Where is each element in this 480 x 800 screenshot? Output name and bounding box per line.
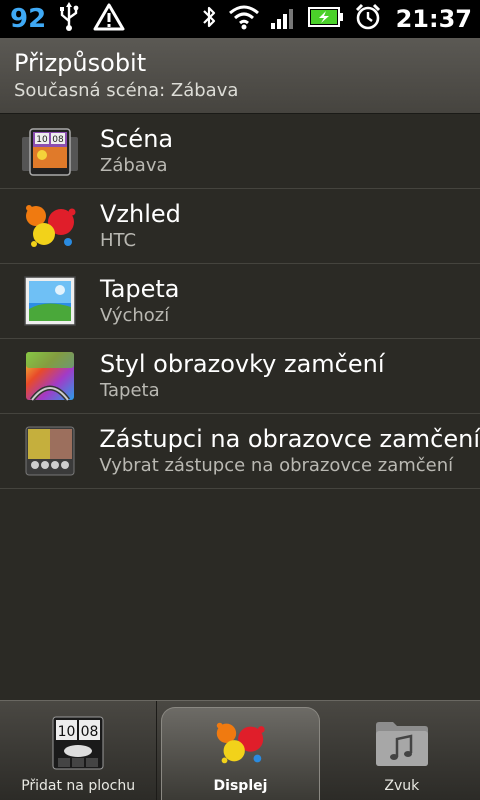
- list-item-lockscreen-style[interactable]: Styl obrazovky zamčení Tapeta: [0, 339, 480, 414]
- tab-add-to-home-label: Přidat na plochu: [21, 778, 136, 794]
- page-title: Přizpůsobit: [14, 49, 147, 77]
- settings-list: 10 08 Scéna Zábava Vzhled HTC Tapeta Výc…: [0, 114, 480, 489]
- svg-text:08: 08: [52, 135, 64, 145]
- tab-display[interactable]: Displej: [161, 707, 320, 800]
- tab-display-label: Displej: [213, 778, 268, 794]
- skin-icon: [20, 196, 80, 256]
- signal-icon: [270, 4, 298, 34]
- list-item-lockscreen-shortcuts[interactable]: Zástupci na obrazovce zamčení Vybrat zás…: [0, 414, 480, 489]
- tab-sound-label: Zvuk: [384, 778, 420, 794]
- current-scene-subtitle: Současná scéna: Zábava: [14, 80, 239, 101]
- tab-sound[interactable]: Zvuk: [324, 701, 480, 800]
- page-header: Přizpůsobit Současná scéna: Zábava: [0, 38, 480, 114]
- scene-label: Scéna: [100, 125, 174, 153]
- lockscreen-shortcuts-icon: [20, 421, 79, 481]
- display-icon: [210, 714, 270, 772]
- svg-text:10: 10: [36, 135, 48, 145]
- wallpaper-label: Tapeta: [100, 275, 180, 303]
- scene-icon: 10 08: [20, 121, 80, 181]
- sound-icon: [372, 714, 432, 772]
- lockscreen-style-label: Styl obrazovky zamčení: [100, 350, 385, 378]
- bluetooth-icon: [200, 3, 218, 35]
- lockscreen-shortcuts-label: Zástupci na obrazovce zamčení: [99, 425, 480, 453]
- svg-text:08: 08: [81, 724, 99, 740]
- status-bar: 92 21:37: [0, 0, 480, 38]
- lockscreen-shortcuts-value: Vybrat zástupce na obrazovce zamčení: [99, 455, 454, 476]
- svg-text:10: 10: [58, 724, 76, 740]
- lockscreen-style-icon: [20, 346, 80, 406]
- list-item-scene[interactable]: 10 08 Scéna Zábava: [0, 114, 480, 189]
- wallpaper-icon: [20, 271, 80, 331]
- tab-add-to-home[interactable]: 10 08 Přidat na plochu: [0, 701, 158, 800]
- usb-icon: [58, 2, 80, 36]
- notification-count: 92: [10, 4, 47, 34]
- skin-value: HTC: [100, 230, 137, 251]
- warning-icon: [92, 2, 126, 36]
- skin-label: Vzhled: [100, 200, 181, 228]
- bottom-tab-bar: 10 08 Přidat na plochu Displej Zvuk: [0, 700, 480, 800]
- wallpaper-value: Výchozí: [100, 305, 170, 326]
- clock-text: 21:37: [395, 5, 472, 33]
- scene-value: Zábava: [100, 155, 168, 176]
- list-item-skin[interactable]: Vzhled HTC: [0, 189, 480, 264]
- battery-icon: [307, 6, 344, 32]
- lockscreen-style-value: Tapeta: [100, 380, 160, 401]
- list-item-wallpaper[interactable]: Tapeta Výchozí: [0, 264, 480, 339]
- wifi-icon: [228, 4, 260, 34]
- alarm-icon: [354, 3, 382, 35]
- add-to-home-icon: 10 08: [48, 714, 108, 772]
